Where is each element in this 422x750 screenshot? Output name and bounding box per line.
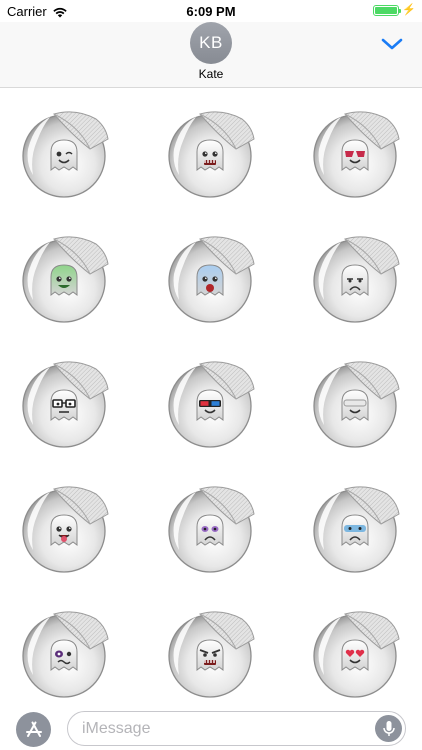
sticker-ghost-wink[interactable] [20,109,112,199]
status-bar: Carrier 6:09 PM ⚡ [0,0,422,22]
sticker-ghost-black-eye[interactable] [20,609,112,699]
sticker-ghost-angry[interactable] [166,609,258,699]
sticker-image [313,611,400,698]
sticker-ghost-cool[interactable] [311,359,403,449]
battery-icon [373,5,402,16]
sticker-image [168,236,255,323]
sticker-ghost-blue-sad[interactable] [311,484,403,574]
microphone-icon [382,720,395,736]
sticker-ghost-sad[interactable] [311,234,403,324]
sticker-ghost-3d[interactable] [166,359,258,449]
sticker-ghost-nerd[interactable] [20,359,112,449]
sticker-image [168,361,255,448]
avatar[interactable]: KB [190,22,232,64]
battery-fill [375,7,398,14]
sticker-image [313,486,400,573]
charging-icon: ⚡ [402,4,416,16]
sticker-image [313,361,400,448]
conversation-header: KB Kate [0,22,422,88]
sticker-grid [0,89,422,699]
sticker-ghost-red-glasses[interactable] [311,109,403,199]
sticker-image [168,611,255,698]
sticker-image [22,611,109,698]
status-time: 6:09 PM [186,4,236,19]
sticker-image [168,486,255,573]
message-input[interactable] [82,719,372,739]
sticker-ghost-green[interactable] [20,234,112,324]
sticker-image [313,236,400,323]
sticker-image [22,361,109,448]
sticker-ghost-purple-sad[interactable] [166,484,258,574]
sticker-ghost-blue-shout[interactable] [166,234,258,324]
compose-bar [0,700,422,750]
sticker-image [168,111,255,198]
app-store-button[interactable] [16,712,51,747]
mic-button[interactable] [375,715,402,742]
app-store-icon [25,721,42,737]
sticker-image [313,111,400,198]
sticker-ghost-tongue[interactable] [20,484,112,574]
sticker-ghost-love[interactable] [311,609,403,699]
sticker-image [22,236,109,323]
sticker-image [22,486,109,573]
message-field[interactable] [67,711,406,746]
sticker-image [22,111,109,198]
chevron-down-icon[interactable] [380,35,404,53]
status-right: ⚡ [373,5,416,16]
battery-tip [399,9,402,13]
contact-name[interactable]: Kate [0,67,422,81]
sticker-ghost-teeth[interactable] [166,109,258,199]
